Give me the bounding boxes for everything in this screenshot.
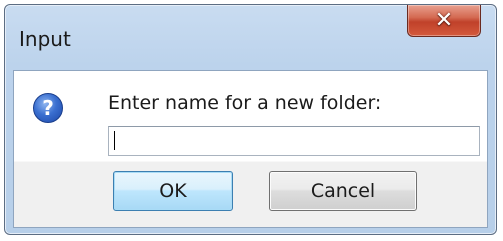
folder-name-input[interactable] bbox=[108, 126, 480, 156]
dialog-body: ? Enter name for a new folder: OK Cancel bbox=[13, 70, 488, 228]
text-caret bbox=[114, 131, 115, 150]
input-dialog-window: Input ✕ ? Enter name for a new folder: O… bbox=[4, 4, 497, 235]
dialog-title: Input bbox=[19, 27, 71, 51]
ok-button[interactable]: OK bbox=[113, 171, 233, 211]
prompt-label: Enter name for a new folder: bbox=[108, 92, 382, 114]
title-bar[interactable]: Input ✕ bbox=[5, 5, 496, 65]
cancel-button[interactable]: Cancel bbox=[269, 171, 417, 211]
question-mark-glyph: ? bbox=[42, 96, 54, 120]
close-icon: ✕ bbox=[434, 7, 454, 33]
question-icon: ? bbox=[33, 93, 63, 123]
close-button[interactable]: ✕ bbox=[407, 5, 481, 37]
